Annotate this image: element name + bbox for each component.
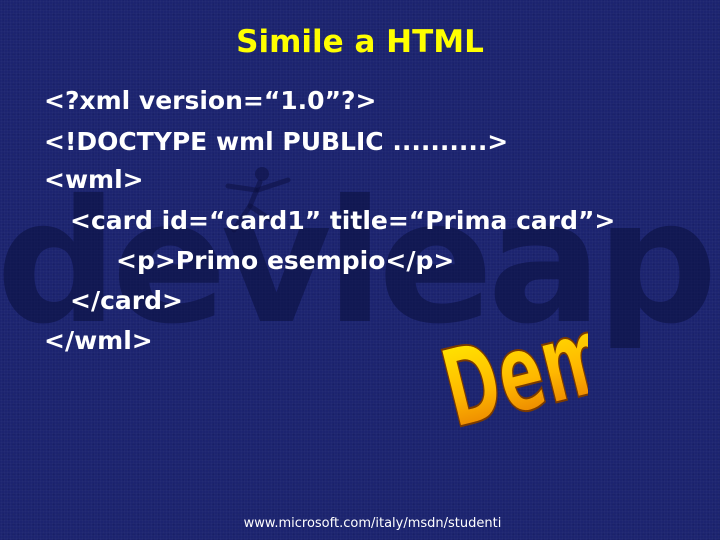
code-line-card-open: <card id=“card1” title=“Prima card”>	[70, 206, 616, 235]
code-line-wml-close: </wml>	[44, 326, 153, 355]
code-line-xml-declaration: <?xml version=“1.0”?>	[44, 86, 377, 115]
slide-title: Simile a HTML	[236, 24, 484, 60]
code-line-paragraph: <p>Primo esempio</p>	[116, 246, 455, 275]
code-line-wml-open: <wml>	[44, 165, 144, 194]
footer-url: www.microsoft.com/italy/msdn/studenti	[243, 516, 502, 531]
slide: devleap Simile a HTML <?xml version=“1.0…	[0, 0, 720, 540]
demo-logo-icon: Demo	[430, 322, 588, 440]
code-line-doctype: <!DOCTYPE wml PUBLIC ..........>	[44, 127, 509, 156]
demo-logo-text: Demo	[431, 322, 588, 440]
code-line-card-close: </card>	[70, 286, 183, 315]
